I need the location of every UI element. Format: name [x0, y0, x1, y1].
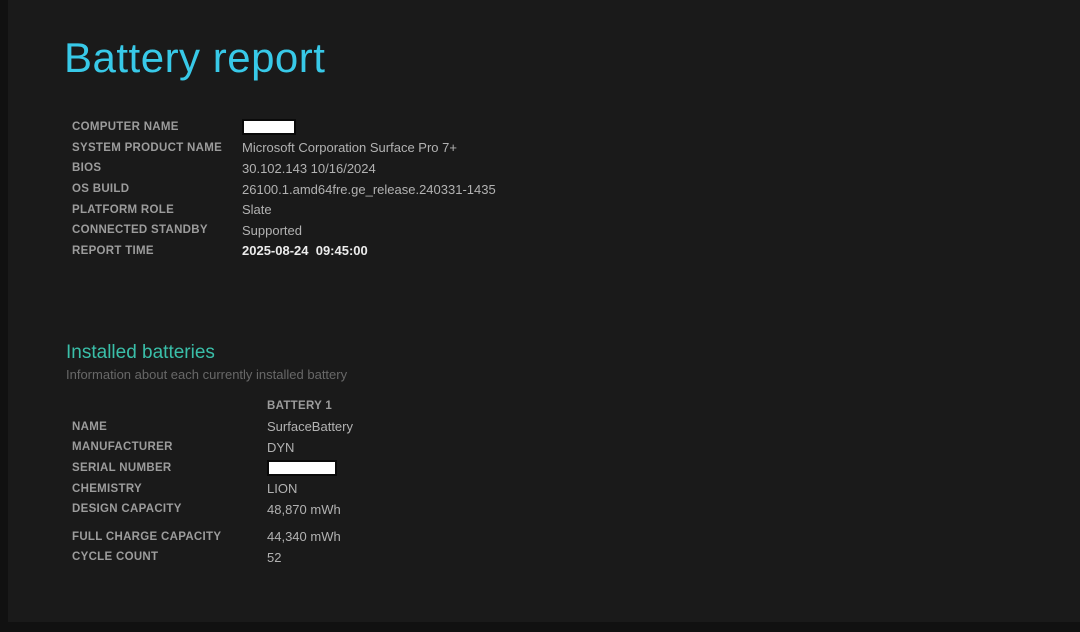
row-value: SurfaceBattery	[267, 419, 353, 434]
system-info-row-platform-role: PLATFORM ROLE Slate	[72, 199, 496, 220]
row-value: 44,340 mWh	[267, 529, 341, 544]
page-edge-shading-bottom	[0, 622, 1080, 632]
system-info-row-connected-standby: CONNECTED STANDBY Supported	[72, 220, 496, 241]
system-info-row-computer-name: COMPUTER NAME	[72, 117, 496, 138]
battery-report-page: Battery report COMPUTER NAME SYSTEM PROD…	[0, 0, 1080, 632]
battery-row-cycle-count: CYCLE COUNT 52	[72, 547, 353, 568]
battery-row-manufacturer: MANUFACTURER DYN	[72, 437, 353, 458]
system-info-row-product-name: SYSTEM PRODUCT NAME Microsoft Corporatio…	[72, 138, 496, 159]
redacted-value-box	[242, 119, 296, 135]
redacted-value-box	[267, 460, 337, 476]
row-value: 48,870 mWh	[267, 502, 341, 517]
row-value: Microsoft Corporation Surface Pro 7+	[242, 140, 457, 155]
row-label: CYCLE COUNT	[72, 551, 267, 563]
battery-row-full-charge-capacity: FULL CHARGE CAPACITY 44,340 mWh	[72, 527, 353, 548]
report-time-value: 2025-08-24 09:45:00	[242, 243, 368, 258]
page-title: Battery report	[64, 34, 325, 82]
battery-1-column-header: BATTERY 1	[267, 400, 332, 412]
row-label: MANUFACTURER	[72, 441, 267, 453]
row-label: SERIAL NUMBER	[72, 462, 267, 474]
row-label: CHEMISTRY	[72, 483, 267, 495]
row-label: OS BUILD	[72, 183, 242, 195]
row-value: 30.102.143 10/16/2024	[242, 161, 376, 176]
row-value: Slate	[242, 202, 272, 217]
row-label: CONNECTED STANDBY	[72, 224, 242, 236]
row-label: NAME	[72, 421, 267, 433]
row-value: LION	[267, 481, 297, 496]
row-label: SYSTEM PRODUCT NAME	[72, 142, 242, 154]
row-value: 26100.1.amd64fre.ge_release.240331-1435	[242, 182, 496, 197]
battery-row-design-capacity: DESIGN CAPACITY 48,870 mWh	[72, 499, 353, 520]
page-edge-shading-left	[0, 0, 8, 632]
battery-row-serial-number: SERIAL NUMBER	[72, 458, 353, 479]
row-label: REPORT TIME	[72, 245, 242, 257]
installed-batteries-heading: Installed batteries	[66, 342, 215, 364]
row-label: BIOS	[72, 162, 242, 174]
installed-batteries-subtitle: Information about each currently install…	[66, 367, 347, 382]
row-label: DESIGN CAPACITY	[72, 503, 267, 515]
row-label: FULL CHARGE CAPACITY	[72, 531, 267, 543]
system-info-row-report-time: REPORT TIME 2025-08-24 09:45:00	[72, 241, 496, 262]
row-value: Supported	[242, 223, 302, 238]
row-value: DYN	[267, 440, 294, 455]
row-label: PLATFORM ROLE	[72, 204, 242, 216]
row-value: 52	[267, 550, 281, 565]
battery-row-name: NAME SurfaceBattery	[72, 417, 353, 438]
battery-column-header-row: BATTERY 1	[72, 396, 353, 417]
installed-batteries-table: BATTERY 1 NAME SurfaceBattery MANUFACTUR…	[72, 396, 353, 568]
system-info-table: COMPUTER NAME SYSTEM PRODUCT NAME Micros…	[72, 117, 496, 261]
system-info-row-os-build: OS BUILD 26100.1.amd64fre.ge_release.240…	[72, 179, 496, 200]
row-label: COMPUTER NAME	[72, 121, 242, 133]
battery-row-chemistry: CHEMISTRY LION	[72, 478, 353, 499]
system-info-row-bios: BIOS 30.102.143 10/16/2024	[72, 158, 496, 179]
